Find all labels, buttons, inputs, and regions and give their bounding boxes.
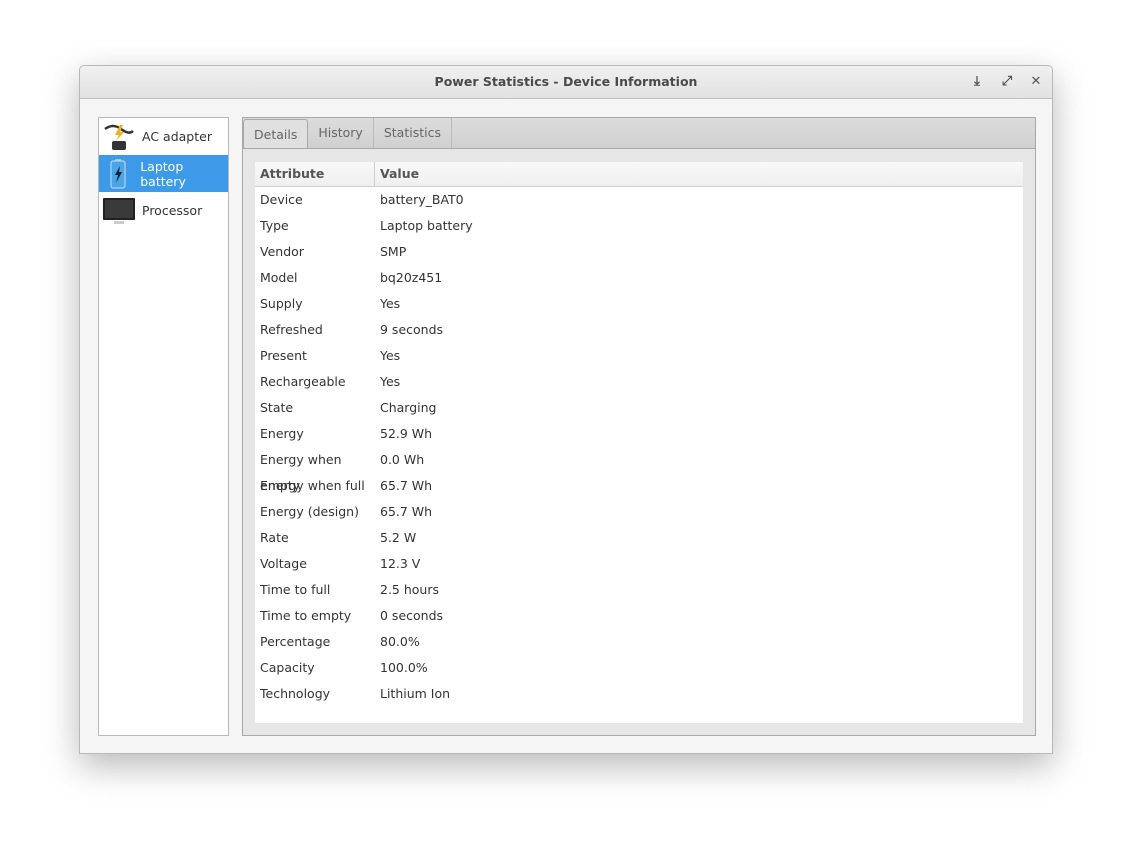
attribute-table: Attribute Value Device battery_BAT0 Type La…	[255, 162, 1023, 723]
table-row[interactable]: Refreshed 9 seconds	[255, 317, 1023, 343]
value-cell: Laptop battery	[380, 218, 473, 233]
monitor-icon	[102, 194, 136, 228]
details-notebook: Details History Statistics Attribute Val…	[242, 117, 1036, 736]
attribute-cell: Capacity	[260, 660, 315, 675]
attribute-cell: Type	[260, 218, 289, 233]
tab-bar: Details History Statistics	[243, 118, 1035, 149]
battery-icon	[102, 157, 134, 191]
value-cell: battery_BAT0	[380, 192, 464, 207]
value-cell: Yes	[380, 374, 401, 389]
attribute-cell: Technology	[260, 686, 331, 701]
value-cell: SMP	[380, 244, 407, 259]
title-bar: Power Statistics - Device Information ⤓ …	[80, 66, 1052, 99]
value-cell: 65.7 Wh	[380, 478, 433, 493]
column-header-attribute[interactable]: Attribute	[255, 162, 375, 186]
sidebar-item-label: Processor	[142, 203, 203, 218]
sidebar-item-label: Laptop battery	[140, 158, 186, 189]
attribute-cell: Energy	[260, 426, 304, 441]
value-cell: 80.0%	[380, 634, 420, 649]
table-row[interactable]: Rechargeable Yes	[255, 369, 1023, 395]
attribute-cell: Model	[260, 270, 298, 285]
attribute-cell: Time to empty	[260, 608, 352, 623]
sidebar-item-processor[interactable]: Processor	[99, 192, 228, 229]
attribute-cell: Refreshed	[260, 322, 323, 337]
attribute-cell: Time to full	[260, 582, 331, 597]
maximize-icon[interactable]: ⤢	[997, 66, 1017, 98]
table-row[interactable]: Time to empty 0 seconds	[255, 603, 1023, 629]
attribute-cell: Supply	[260, 296, 303, 311]
table-row[interactable]: Vendor SMP	[255, 239, 1023, 265]
attribute-cell: Energy when empty	[260, 452, 342, 493]
value-cell: bq20z451	[380, 270, 443, 285]
table-row[interactable]: Supply Yes	[255, 291, 1023, 317]
sidebar-item-ac-adapter[interactable]: AC adapter	[99, 118, 228, 155]
attribute-cell: Energy (design)	[260, 504, 359, 519]
attribute-cell: State	[260, 400, 294, 415]
table-row[interactable]: Technology Lithium Ion	[255, 681, 1023, 707]
table-row[interactable]: Device battery_BAT0	[255, 187, 1023, 213]
table-row[interactable]: Energy (design) 65.7 Wh	[255, 499, 1023, 525]
sidebar-item-laptop-battery[interactable]: Laptop battery	[99, 155, 228, 192]
value-cell: 5.2 W	[380, 530, 417, 545]
attribute-cell: Rate	[260, 530, 289, 545]
table-header: Attribute Value	[255, 162, 1023, 187]
attribute-cell: Percentage	[260, 634, 331, 649]
ac-adapter-icon	[102, 120, 136, 154]
value-cell: Lithium Ion	[380, 686, 451, 701]
table-row[interactable]: Voltage 12.3 V	[255, 551, 1023, 577]
value-cell: 12.3 V	[380, 556, 421, 571]
tab-history[interactable]: History	[308, 118, 374, 148]
table-row[interactable]: Energy when empty 0.0 Wh	[255, 447, 1023, 493]
value-cell: 100.0%	[380, 660, 428, 675]
value-cell: 9 seconds	[380, 322, 444, 337]
column-header-value[interactable]: Value	[375, 162, 419, 186]
tab-details[interactable]: Details	[243, 119, 309, 148]
sidebar-item-label: AC adapter	[142, 129, 212, 144]
window-title: Power Statistics - Device Information	[434, 74, 698, 89]
table-row[interactable]: Model bq20z451	[255, 265, 1023, 291]
attribute-cell: Device	[260, 192, 303, 207]
value-cell: Yes	[380, 296, 401, 311]
attribute-cell: Rechargeable	[260, 374, 346, 389]
table-row[interactable]: State Charging	[255, 395, 1023, 421]
device-information-window: Power Statistics - Device Information ⤓ …	[79, 65, 1053, 754]
attribute-cell: Vendor	[260, 244, 304, 259]
table-row[interactable]: Rate 5.2 W	[255, 525, 1023, 551]
attribute-cell: Present	[260, 348, 307, 363]
table-row[interactable]: Energy 52.9 Wh	[255, 421, 1023, 447]
close-icon[interactable]: ✕	[1026, 66, 1046, 98]
value-cell: 2.5 hours	[380, 582, 439, 597]
value-cell: 52.9 Wh	[380, 426, 433, 441]
value-cell: Yes	[380, 348, 401, 363]
attribute-cell: Energy when full	[260, 478, 365, 493]
table-row[interactable]: Time to full 2.5 hours	[255, 577, 1023, 603]
table-row[interactable]: Present Yes	[255, 343, 1023, 369]
minimize-icon[interactable]: ⤓	[967, 66, 987, 98]
value-cell: Charging	[380, 400, 437, 415]
attribute-cell: Voltage	[260, 556, 307, 571]
table-row[interactable]: Energy when full 65.7 Wh	[255, 473, 1023, 499]
value-cell: 0 seconds	[380, 608, 444, 623]
device-list: AC adapter Laptop battery Processor	[98, 117, 229, 736]
table-row[interactable]: Percentage 80.0%	[255, 629, 1023, 655]
value-cell: 65.7 Wh	[380, 504, 433, 519]
table-row[interactable]: Type Laptop battery	[255, 213, 1023, 239]
value-cell: 0.0 Wh	[380, 452, 425, 467]
tab-statistics[interactable]: Statistics	[374, 118, 452, 148]
table-row[interactable]: Capacity 100.0%	[255, 655, 1023, 681]
